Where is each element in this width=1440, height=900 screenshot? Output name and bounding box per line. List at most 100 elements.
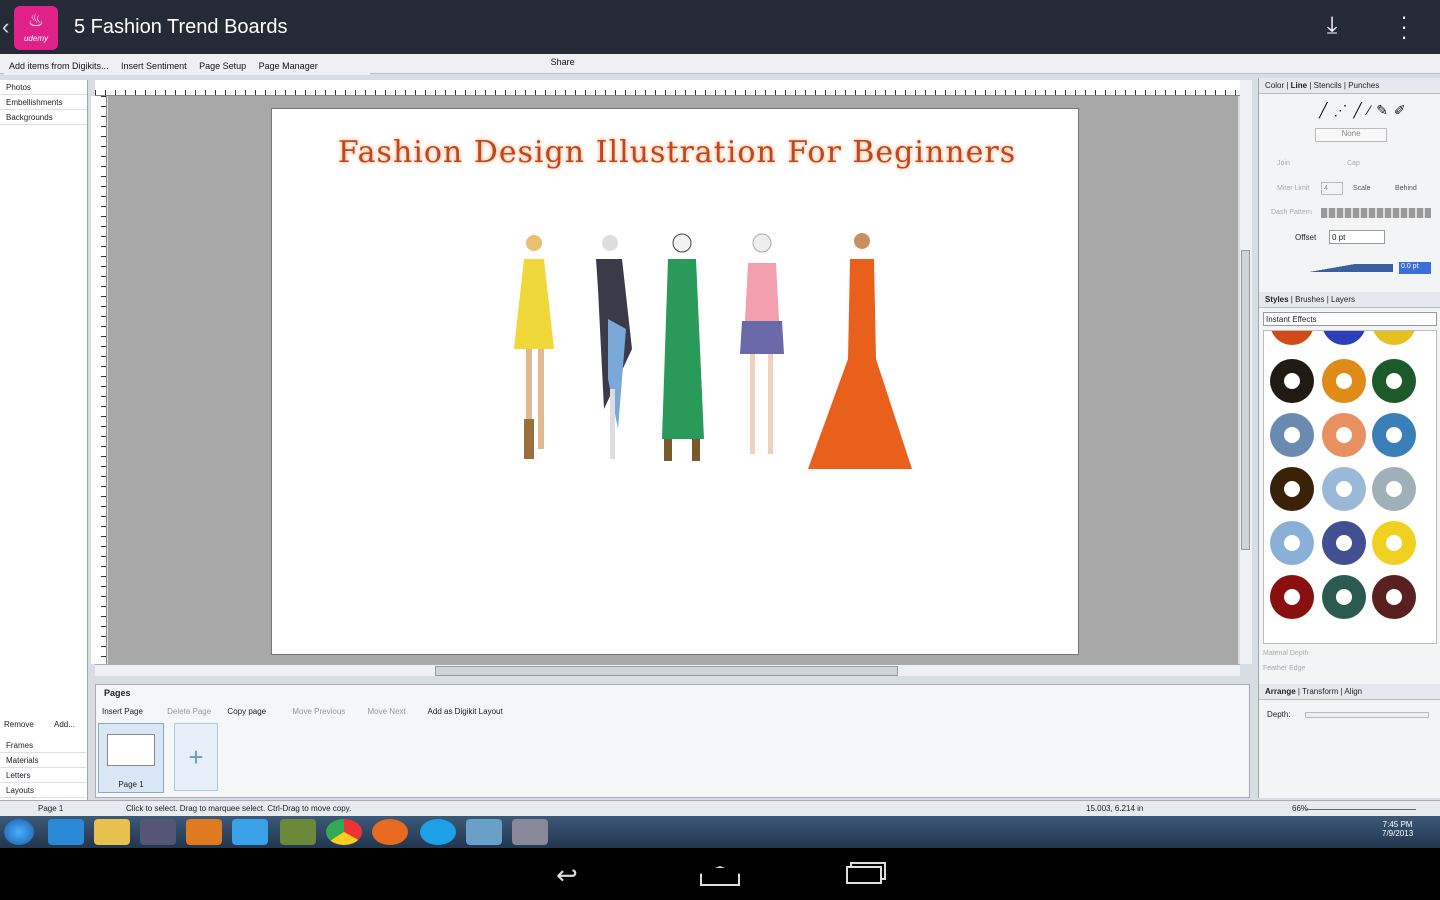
vertical-scroll-thumb[interactable] bbox=[1241, 250, 1250, 550]
style-swatch[interactable] bbox=[1322, 575, 1366, 619]
style-swatch[interactable] bbox=[1372, 521, 1416, 565]
remove-button[interactable]: Remove bbox=[4, 720, 34, 729]
system-clock[interactable]: 7:45 PM 7/9/2013 bbox=[1382, 820, 1413, 838]
fashion-illustrations-image[interactable] bbox=[492, 229, 932, 479]
miter-limit-input[interactable]: 4 bbox=[1321, 182, 1343, 195]
style-swatch[interactable] bbox=[1322, 467, 1366, 511]
depth-slider[interactable] bbox=[1305, 712, 1429, 718]
delete-page-button[interactable]: Delete Page bbox=[167, 707, 211, 716]
style-swatch[interactable] bbox=[1270, 521, 1314, 565]
dash-pattern-label: Dash Pattern bbox=[1271, 209, 1312, 216]
pages-toolbar: Insert Page Delete Page Copy page Move P… bbox=[102, 707, 503, 716]
dash-pattern-picker[interactable] bbox=[1321, 208, 1431, 218]
line-none-select[interactable]: None bbox=[1315, 128, 1387, 142]
add-page-plus-icon[interactable]: + bbox=[174, 723, 218, 791]
style-swatch[interactable] bbox=[1372, 467, 1416, 511]
recent-apps-icon[interactable] bbox=[846, 866, 882, 884]
miter-limit-label: Miter Limit bbox=[1277, 185, 1310, 192]
app-icon[interactable] bbox=[280, 819, 316, 845]
move-next-button[interactable]: Move Next bbox=[368, 707, 406, 716]
insert-sentiment-button[interactable]: Insert Sentiment bbox=[116, 58, 192, 74]
back-icon[interactable]: ↩ bbox=[556, 860, 578, 891]
tab-arrange[interactable]: Arrange bbox=[1265, 687, 1296, 696]
offset-input[interactable]: 0 pt bbox=[1329, 230, 1385, 244]
skype-icon[interactable] bbox=[420, 819, 456, 845]
status-page[interactable]: Page 1 bbox=[38, 801, 63, 816]
vertical-scrollbar[interactable] bbox=[1240, 80, 1252, 664]
feather-edge-label: Feather Edge bbox=[1263, 665, 1306, 672]
width-slider[interactable] bbox=[1271, 264, 1393, 272]
tab-color[interactable]: Color bbox=[1265, 81, 1284, 90]
panel-item-embellishments[interactable]: Embellishments bbox=[0, 95, 87, 110]
page-thumbnail[interactable]: Page 1 bbox=[98, 723, 164, 793]
category-frames[interactable]: Frames bbox=[0, 738, 86, 753]
style-category-dropdown[interactable]: Instant Effects bbox=[1263, 312, 1437, 326]
page-heading[interactable]: Fashion Design Illustration For Beginner… bbox=[292, 135, 1062, 170]
tab-stencils[interactable]: Stencils bbox=[1314, 81, 1342, 90]
copy-page-button[interactable]: Copy page bbox=[227, 707, 266, 716]
style-swatch[interactable] bbox=[1270, 467, 1314, 511]
status-coordinates: 15.003, 6.214 in bbox=[1086, 804, 1144, 813]
insert-page-button[interactable]: Insert Page bbox=[102, 707, 143, 716]
vertical-ruler bbox=[91, 96, 107, 664]
behind-checkbox[interactable]: Behind bbox=[1395, 185, 1417, 192]
home-icon[interactable] bbox=[700, 866, 740, 886]
file-explorer-icon[interactable] bbox=[94, 819, 130, 845]
tab-punches[interactable]: Punches bbox=[1348, 81, 1379, 90]
add-digikit-layout-button[interactable]: Add as Digikit Layout bbox=[428, 707, 503, 716]
internet-explorer-icon[interactable] bbox=[48, 819, 84, 845]
horizontal-scrollbar[interactable] bbox=[95, 664, 1240, 676]
tab-brushes[interactable]: Brushes bbox=[1295, 295, 1324, 304]
add-button[interactable]: Add... bbox=[54, 720, 75, 729]
app-icon[interactable] bbox=[232, 819, 268, 845]
overflow-menu-icon[interactable]: · · · bbox=[1396, 6, 1412, 48]
firefox-icon[interactable] bbox=[372, 819, 408, 845]
style-swatch[interactable] bbox=[1270, 331, 1314, 345]
tab-line[interactable]: Line bbox=[1291, 81, 1307, 90]
clock-date: 7/9/2013 bbox=[1382, 829, 1414, 838]
document-page[interactable]: Fashion Design Illustration For Beginner… bbox=[271, 108, 1079, 655]
tab-align[interactable]: Align bbox=[1344, 687, 1362, 696]
page-manager-button[interactable]: Page Manager bbox=[254, 58, 323, 74]
app-icon[interactable] bbox=[512, 819, 548, 845]
back-arrow-icon[interactable]: ‹ bbox=[2, 14, 9, 40]
start-button-icon[interactable] bbox=[4, 819, 34, 845]
udemy-logo[interactable]: ♨ udemy bbox=[14, 6, 58, 50]
clock-time: 7:45 PM bbox=[1382, 820, 1413, 829]
style-swatch[interactable] bbox=[1322, 331, 1366, 345]
horizontal-scroll-thumb[interactable] bbox=[435, 666, 898, 676]
style-swatch[interactable] bbox=[1372, 413, 1416, 457]
style-swatch[interactable] bbox=[1270, 575, 1314, 619]
panel-item-backgrounds[interactable]: Backgrounds bbox=[0, 110, 87, 125]
chrome-icon[interactable] bbox=[326, 819, 362, 845]
style-swatch[interactable] bbox=[1322, 413, 1366, 457]
style-swatch[interactable] bbox=[1372, 575, 1416, 619]
category-layouts[interactable]: Layouts bbox=[0, 783, 86, 798]
join-label: Join bbox=[1277, 160, 1290, 167]
download-icon[interactable]: ⤓ bbox=[1318, 12, 1346, 42]
move-previous-button[interactable]: Move Previous bbox=[292, 707, 345, 716]
style-swatch[interactable] bbox=[1372, 359, 1416, 403]
tab-layers[interactable]: Layers bbox=[1331, 295, 1355, 304]
zoom-slider[interactable] bbox=[1306, 809, 1416, 810]
category-materials[interactable]: Materials bbox=[0, 753, 86, 768]
media-player-icon[interactable] bbox=[186, 819, 222, 845]
panel-item-photos[interactable]: Photos bbox=[0, 80, 87, 95]
tab-styles[interactable]: Styles bbox=[1265, 295, 1289, 304]
tab-transform[interactable]: Transform bbox=[1302, 687, 1338, 696]
category-letters[interactable]: Letters bbox=[0, 768, 86, 783]
width-value-input[interactable]: 0.0 pt bbox=[1399, 262, 1431, 274]
style-swatch[interactable] bbox=[1270, 359, 1314, 403]
properties-panel: Color | Line | Stencils | Punches ╱⋰╱∕✎✐… bbox=[1258, 78, 1440, 798]
page-setup-button[interactable]: Page Setup bbox=[194, 58, 251, 74]
craft-artist-icon[interactable] bbox=[466, 819, 502, 845]
app-icon[interactable] bbox=[140, 819, 176, 845]
line-style-icons[interactable]: ╱⋰╱∕✎✐ bbox=[1319, 102, 1433, 118]
style-swatch[interactable] bbox=[1372, 331, 1416, 345]
add-digikit-button[interactable]: Add items from Digikits... bbox=[4, 58, 114, 74]
scale-checkbox[interactable]: Scale bbox=[1353, 185, 1371, 192]
style-swatch[interactable] bbox=[1270, 413, 1314, 457]
share-button[interactable]: Share bbox=[546, 54, 580, 70]
style-swatch[interactable] bbox=[1322, 359, 1366, 403]
style-swatch[interactable] bbox=[1322, 521, 1366, 565]
